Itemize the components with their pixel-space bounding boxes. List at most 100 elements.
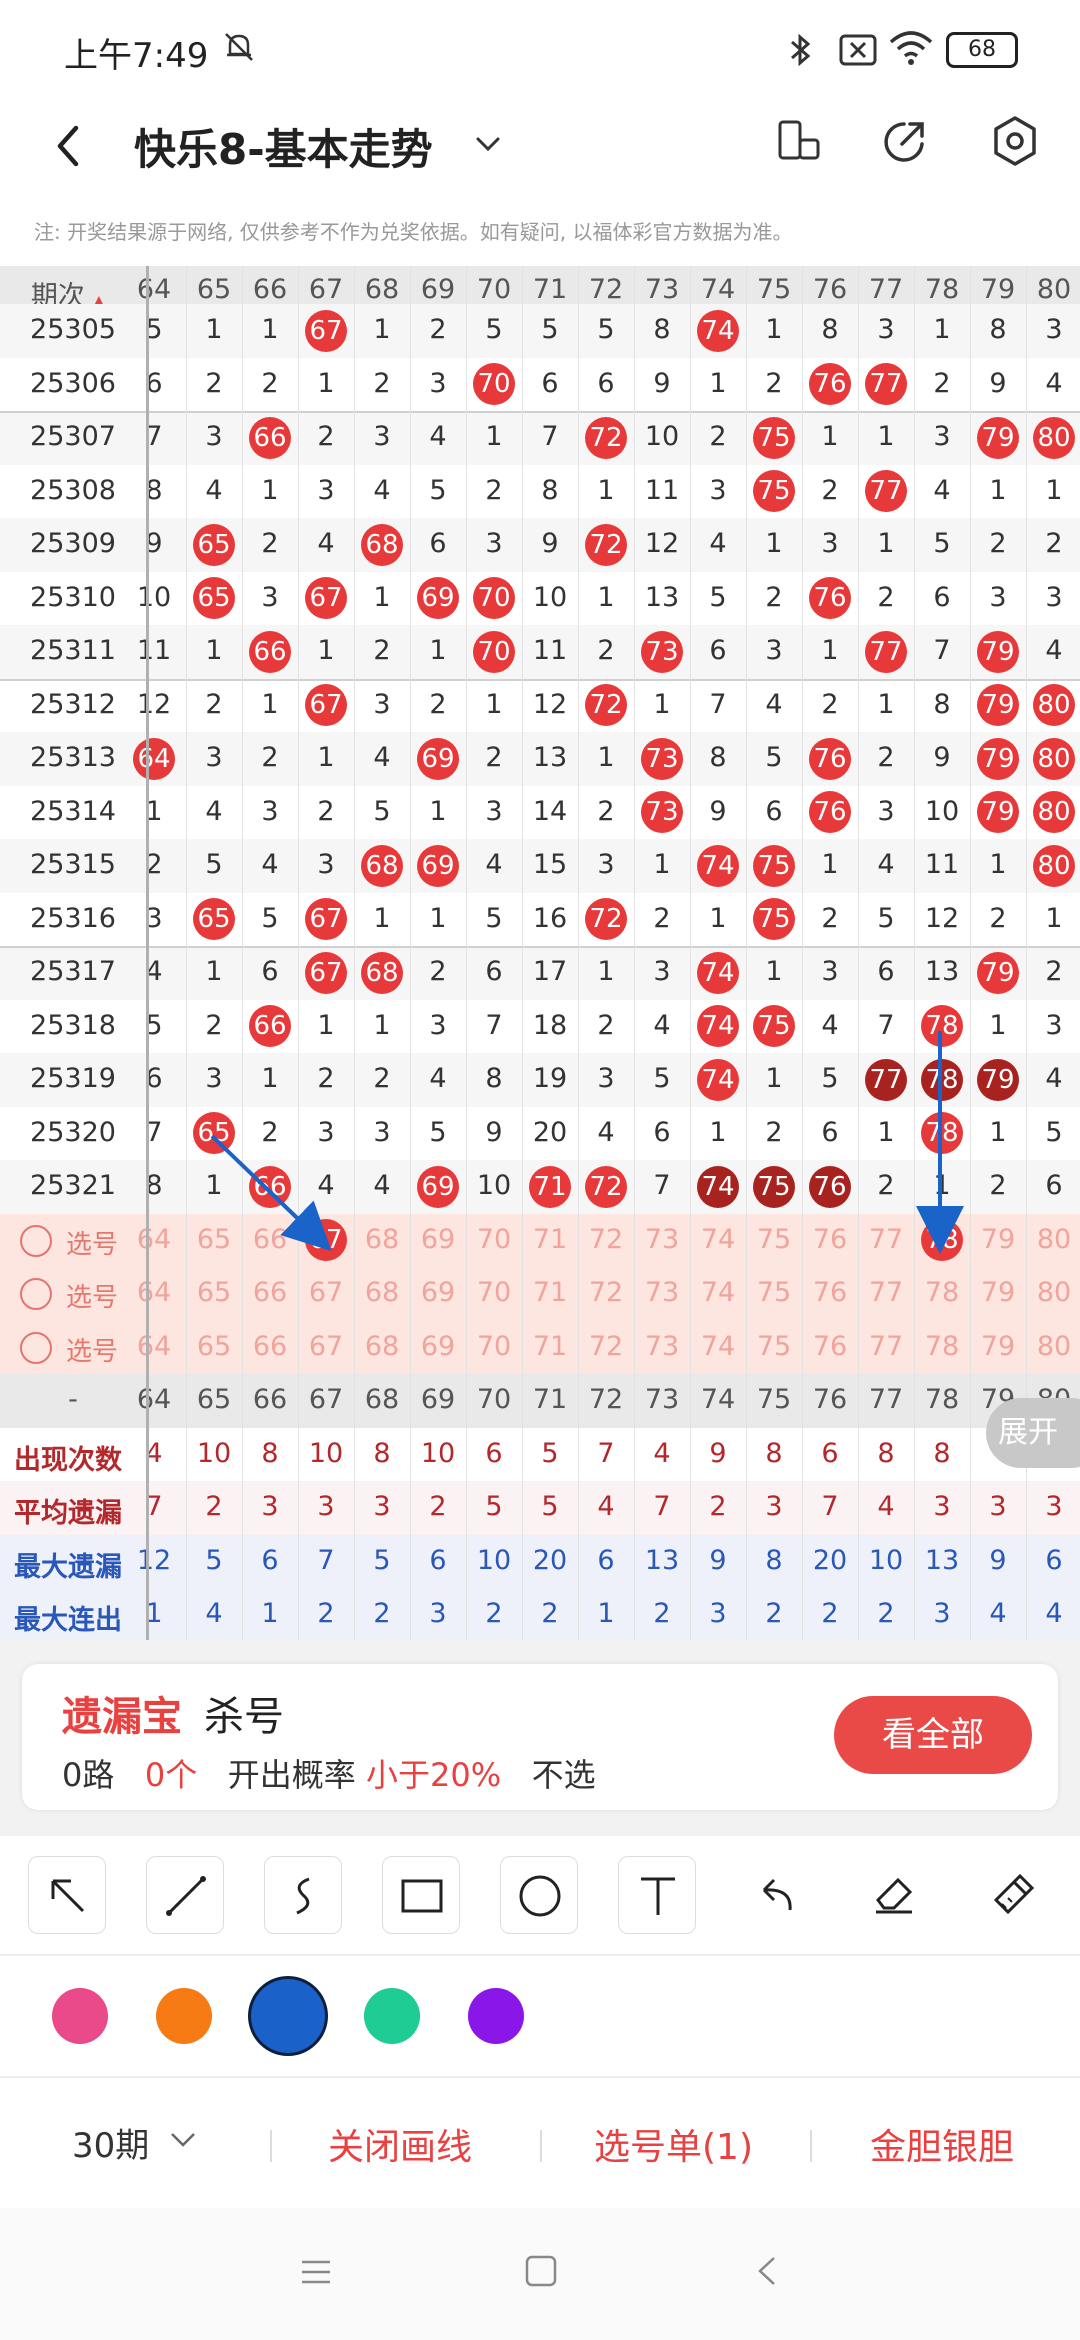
gold-silver-button[interactable]: 金胆银胆 [870,2118,1014,2170]
menu-icon[interactable] [298,2254,334,2290]
pick-number[interactable]: 72 [578,1331,634,1362]
pick-number[interactable]: 75 [746,1277,802,1308]
number-ball: 73 [641,630,683,673]
pick-radio[interactable] [20,1331,52,1364]
pick-number[interactable]: 79 [970,1224,1026,1255]
color-swatch[interactable] [251,1979,325,2053]
pick-number[interactable]: 65 [186,1277,242,1308]
expand-button[interactable]: 展开 [986,1398,1080,1468]
pick-number[interactable]: 72 [578,1224,634,1255]
share-icon[interactable] [880,116,930,166]
pick-number[interactable]: 65 [186,1224,242,1255]
pick-number[interactable]: 69 [410,1277,466,1308]
period-selector[interactable]: 30期 [72,2118,149,2167]
view-all-button[interactable]: 看全部 [834,1696,1032,1774]
circle-tool-icon[interactable] [500,1856,578,1934]
miss-count: 1 [317,367,335,399]
pick-number[interactable]: 80 [1026,1224,1080,1255]
pick-number[interactable]: 70 [466,1331,522,1362]
miss-count: 4 [429,1063,447,1094]
landscape-toggle-icon[interactable] [776,116,822,166]
pick-number[interactable]: 64 [126,1331,182,1362]
selected-pick-ball[interactable]: 67 [305,1219,347,1262]
pick-number[interactable]: 66 [242,1224,298,1255]
miss-count: 1 [485,688,503,720]
number-ball: 74 [697,1058,739,1101]
chevron-down-icon[interactable] [470,126,506,162]
pick-number[interactable]: 73 [634,1224,690,1255]
pick-number[interactable]: 77 [858,1331,914,1362]
pick-number[interactable]: 68 [354,1277,410,1308]
home-icon[interactable] [522,2252,560,2290]
pick-number[interactable]: 71 [522,1331,578,1362]
pick-number[interactable]: 64 [126,1277,182,1308]
selected-pick-ball[interactable]: 78 [921,1219,963,1262]
pick-number[interactable]: 76 [802,1277,858,1308]
number-ball: 75 [753,1005,795,1048]
pick-number[interactable]: 75 [746,1331,802,1362]
color-swatch[interactable] [156,1988,212,2044]
stats-value: 5 [485,1491,503,1522]
clear-brush-icon[interactable] [972,1856,1050,1934]
miss-count: 18 [532,1009,568,1041]
color-swatch[interactable] [468,1988,524,2044]
pick-radio[interactable] [20,1278,52,1310]
stats-value: 2 [541,1598,559,1629]
curve-tool-icon[interactable] [264,1856,342,1934]
eraser-icon[interactable] [854,1856,932,1934]
pick-number[interactable]: 65 [186,1331,242,1362]
pick-number[interactable]: 68 [354,1331,410,1362]
pick-number[interactable]: 75 [746,1224,802,1255]
pick-number[interactable]: 74 [690,1224,746,1255]
pick-number[interactable]: 71 [522,1277,578,1308]
trend-grid[interactable]: 期次 ▲▼64656667686970717273747576777879802… [0,266,1080,1640]
pick-number[interactable]: 78 [914,1331,970,1362]
line-tool-icon[interactable] [146,1856,224,1934]
pick-number[interactable]: 70 [466,1224,522,1255]
pick-number[interactable]: 72 [578,1277,634,1308]
pick-number[interactable]: 64 [126,1224,182,1255]
pick-number[interactable]: 79 [970,1331,1026,1362]
pick-number[interactable]: 74 [690,1277,746,1308]
color-palette [0,1956,1080,2076]
pick-number[interactable]: 76 [802,1331,858,1362]
pick-number[interactable]: 80 [1026,1277,1080,1308]
miss-count: 1 [205,1170,223,1201]
miss-count: 8 [709,742,727,773]
pick-number[interactable]: 79 [970,1277,1026,1308]
pick-number[interactable]: 77 [858,1224,914,1255]
pick-number[interactable]: 66 [242,1277,298,1308]
pick-number[interactable]: 70 [466,1277,522,1308]
pick-number[interactable]: 67 [298,1277,354,1308]
pick-number[interactable]: 71 [522,1224,578,1255]
text-tool-icon[interactable] [618,1856,696,1934]
undo-icon[interactable] [736,1856,814,1934]
pick-radio[interactable] [20,1224,52,1257]
miss-count: 1 [373,581,391,613]
pick-number[interactable]: 67 [298,1331,354,1362]
page-title[interactable]: 快乐8-基本走势 [134,116,433,177]
pick-number[interactable]: 77 [858,1277,914,1308]
pick-number[interactable]: 78 [914,1277,970,1308]
chevron-down-icon[interactable] [168,2128,198,2152]
pick-number[interactable]: 73 [634,1331,690,1362]
miss-count: 1 [709,367,727,399]
nav-back-icon[interactable] [752,2252,782,2290]
pick-list-button[interactable]: 选号单(1) [594,2118,753,2170]
pick-number[interactable]: 69 [410,1224,466,1255]
pick-number[interactable]: 73 [634,1277,690,1308]
pick-number[interactable]: 74 [690,1331,746,1362]
pick-number[interactable]: 69 [410,1331,466,1362]
close-draw-button[interactable]: 关闭画线 [328,2118,472,2170]
miss-count: 1 [261,688,279,720]
pick-number[interactable]: 76 [802,1224,858,1255]
rect-tool-icon[interactable] [382,1856,460,1934]
color-swatch[interactable] [364,1988,420,2044]
settings-icon[interactable] [990,114,1040,168]
color-swatch[interactable] [52,1988,108,2044]
pick-number[interactable]: 66 [242,1331,298,1362]
back-arrow-icon[interactable] [44,116,94,176]
pick-number[interactable]: 80 [1026,1331,1080,1362]
pick-number[interactable]: 68 [354,1224,410,1255]
arrow-tool-icon[interactable] [28,1856,106,1934]
